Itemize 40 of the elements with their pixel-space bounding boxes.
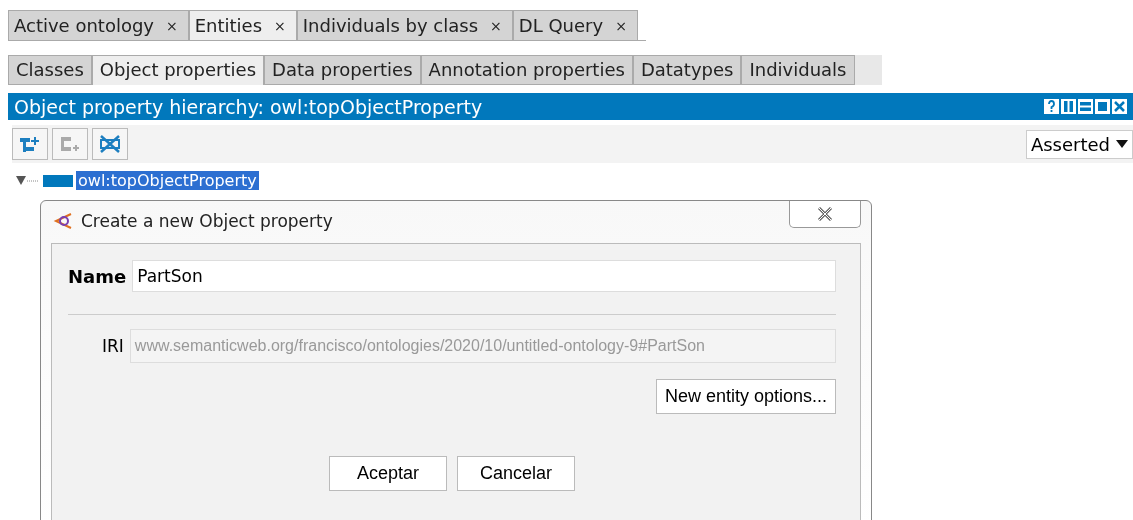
- dialog-button[interactable]: Aceptar: [329, 456, 447, 491]
- expander-icon[interactable]: [16, 174, 40, 187]
- dialog-button[interactable]: Cancelar: [457, 456, 575, 491]
- add-subproperty-icon: [19, 135, 41, 153]
- tab[interactable]: Data properties: [264, 55, 421, 85]
- close-icon[interactable]: [1112, 99, 1127, 114]
- add-sibling-icon: [59, 135, 81, 153]
- close-icon[interactable]: ×: [615, 17, 627, 34]
- delete-icon: [98, 134, 122, 154]
- close-icon[interactable]: ×: [274, 17, 286, 34]
- tab[interactable]: Entities ×: [188, 10, 297, 40]
- field-label: Name: [68, 265, 127, 287]
- tab[interactable]: Classes: [8, 55, 92, 85]
- split-vertical-icon[interactable]: [1061, 99, 1076, 114]
- help-icon[interactable]: [1044, 99, 1059, 114]
- toolbar-button[interactable]: [92, 128, 128, 160]
- view-title: Object property hierarchy: owl:topObjectProperty: [14, 95, 483, 118]
- mode-dropdown[interactable]: Asserted: [1025, 129, 1133, 159]
- tab[interactable]: Individuals: [741, 55, 855, 85]
- close-icon: [817, 207, 833, 221]
- tree-node[interactable]: owl:topObjectProperty: [76, 171, 259, 190]
- close-icon[interactable]: ×: [166, 17, 178, 34]
- close-icon[interactable]: ×: [490, 17, 502, 34]
- tab[interactable]: DL Query ×: [512, 10, 638, 40]
- tab[interactable]: Individuals by class ×: [296, 10, 513, 40]
- property-icon: [43, 174, 73, 187]
- name-field[interactable]: PartSon: [132, 260, 836, 292]
- field-label: IRI: [102, 336, 124, 356]
- split-horizontal-icon[interactable]: [1078, 99, 1093, 114]
- toolbar-button[interactable]: [12, 128, 48, 160]
- tab[interactable]: Annotation properties: [420, 55, 633, 85]
- tab[interactable]: Object properties: [91, 55, 264, 85]
- maximize-icon[interactable]: [1095, 99, 1110, 114]
- tab[interactable]: Datatypes: [632, 55, 742, 85]
- dialog-title: Create a new Object property: [81, 211, 333, 231]
- caret-icon: [1116, 140, 1128, 148]
- app-logo-icon: [53, 211, 73, 231]
- close-button[interactable]: [789, 201, 861, 228]
- options-button[interactable]: New entity options...: [655, 379, 836, 414]
- tab[interactable]: Active ontology ×: [8, 10, 189, 40]
